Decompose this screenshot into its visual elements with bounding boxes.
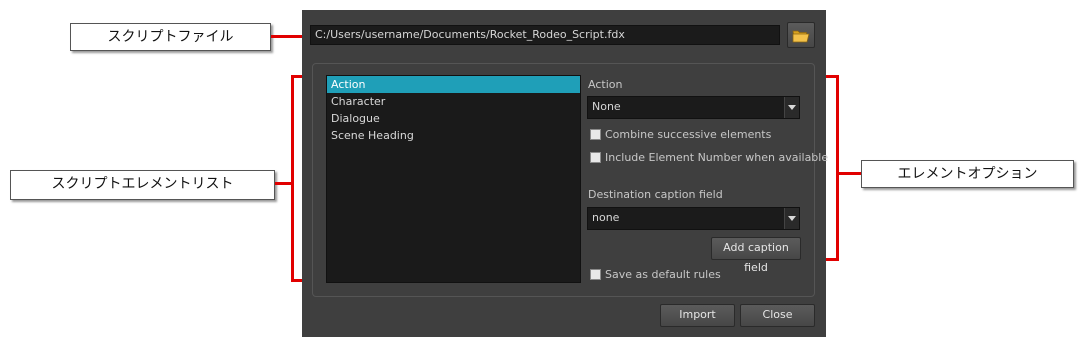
script-element-list[interactable]: Action Character Dialogue Scene Heading	[326, 75, 581, 283]
close-label: Close	[762, 308, 793, 321]
destination-select[interactable]: none	[587, 207, 800, 230]
list-item-label: Scene Heading	[331, 129, 414, 142]
callout-element-list: スクリプトエレメントリスト	[10, 170, 275, 200]
chevron-down-icon[interactable]	[784, 208, 799, 229]
options-heading: Action	[588, 78, 623, 91]
list-item-label: Action	[331, 78, 366, 91]
save-default-label: Save as default rules	[605, 268, 721, 281]
close-button[interactable]: Close	[740, 304, 815, 327]
list-item[interactable]: Scene Heading	[327, 127, 580, 144]
callout-element-list-bracket	[291, 75, 294, 282]
add-caption-button[interactable]: Add caption field	[711, 237, 801, 274]
list-item[interactable]: Character	[327, 93, 580, 110]
import-button[interactable]: Import	[660, 304, 735, 327]
import-script-dialog: C:/Users/username/Documents/Rocket_Rodeo…	[302, 10, 829, 337]
action-select[interactable]: None	[587, 96, 800, 119]
action-select-value: None	[592, 100, 621, 113]
save-default-checkbox[interactable]	[590, 269, 601, 280]
callout-element-options-label: エレメントオプション	[897, 166, 1038, 182]
script-file-path-text: C:/Users/username/Documents/Rocket_Rodeo…	[315, 28, 625, 41]
list-item[interactable]: Action	[327, 76, 580, 93]
include-number-checkbox[interactable]	[590, 152, 601, 163]
folder-open-icon	[792, 30, 810, 43]
combine-label: Combine successive elements	[605, 128, 772, 141]
list-item[interactable]: Dialogue	[327, 110, 580, 127]
list-item-label: Dialogue	[331, 112, 380, 125]
browse-button[interactable]	[787, 22, 815, 48]
destination-select-value: none	[592, 211, 620, 224]
callout-script-file-label: スクリプトファイル	[107, 29, 234, 45]
callout-element-options: エレメントオプション	[861, 160, 1074, 188]
callout-script-file: スクリプトファイル	[70, 23, 271, 51]
combine-checkbox[interactable]	[590, 129, 601, 140]
list-item-label: Character	[331, 95, 386, 108]
include-number-label: Include Element Number when available	[605, 151, 829, 164]
import-label: Import	[679, 308, 716, 321]
chevron-down-icon[interactable]	[784, 97, 799, 118]
destination-label: Destination caption field	[588, 188, 723, 201]
callout-element-options-bracket	[836, 75, 839, 261]
script-file-path-field[interactable]: C:/Users/username/Documents/Rocket_Rodeo…	[310, 25, 780, 45]
callout-element-list-label: スクリプトエレメントリスト	[51, 176, 234, 192]
callout-element-options-connector	[837, 172, 861, 175]
